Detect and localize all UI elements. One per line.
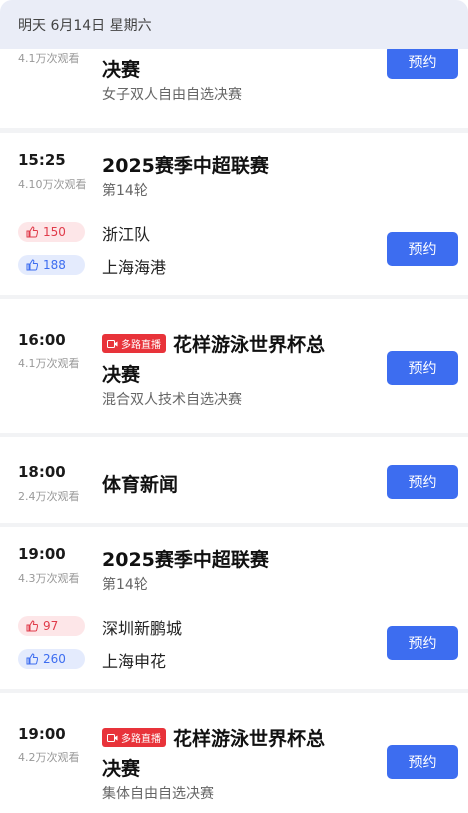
- event-title: 2025赛季中超联赛: [102, 549, 269, 571]
- view-count: 4.1万次观看: [18, 52, 80, 65]
- event-card[interactable]: 18:00 2.4万次观看 体育新闻 预约: [0, 437, 468, 523]
- event-card[interactable]: 19:00 4.3万次观看 2025赛季中超联赛 第14轮 97 深圳新鹏城 2…: [0, 527, 468, 689]
- view-count: 4.3万次观看: [18, 572, 80, 585]
- like-count: 150: [43, 225, 66, 239]
- book-button[interactable]: 预约: [387, 745, 458, 779]
- live-badge-label: 多路直播: [121, 734, 161, 745]
- video-camera-icon: [107, 733, 118, 742]
- home-like-button[interactable]: 97: [18, 616, 85, 636]
- away-team: 上海申花: [102, 652, 167, 671]
- video-camera-icon: [107, 339, 118, 348]
- event-title-text: 花样游泳世界杯总: [173, 334, 326, 356]
- event-subtitle: 第14轮: [102, 577, 148, 593]
- event-title: 2025赛季中超联赛: [102, 155, 269, 177]
- live-badge-label: 多路直播: [121, 340, 161, 351]
- event-card[interactable]: 15:25 4.10万次观看 2025赛季中超联赛 第14轮 150 浙江队 1…: [0, 133, 468, 295]
- home-team: 深圳新鹏城: [102, 619, 183, 638]
- away-like-button[interactable]: 260: [18, 649, 85, 669]
- event-title-continued: 决赛: [102, 758, 141, 780]
- away-team: 上海海港: [102, 258, 167, 277]
- home-team: 浙江队: [102, 225, 151, 244]
- home-like-button[interactable]: 150: [18, 222, 85, 242]
- view-count: 4.2万次观看: [18, 751, 80, 764]
- away-like-button[interactable]: 188: [18, 255, 85, 275]
- event-subtitle: 混合双人技术自选决赛: [102, 392, 242, 408]
- view-count: 4.10万次观看: [18, 178, 87, 191]
- thumbs-up-icon: [26, 259, 38, 271]
- event-card[interactable]: 19:00 4.2万次观看 多路直播 花样游泳世界杯总 决赛 集体自由自选决赛 …: [0, 693, 468, 813]
- book-button[interactable]: 预约: [387, 465, 458, 499]
- like-count: 97: [43, 619, 59, 633]
- event-time: 16:00: [18, 331, 66, 349]
- book-button[interactable]: 预约: [387, 45, 458, 79]
- event-time: 19:00: [18, 545, 66, 563]
- event-title: 体育新闻: [102, 474, 179, 496]
- event-title: 多路直播 花样游泳世界杯总: [102, 330, 325, 357]
- event-title: 决赛: [102, 59, 141, 81]
- like-count: 188: [43, 258, 66, 272]
- event-time: 15:25: [18, 151, 66, 169]
- event-title-text: 花样游泳世界杯总: [173, 728, 326, 750]
- event-time: 18:00: [18, 463, 66, 481]
- event-subtitle: 女子双人自由自选决赛: [102, 87, 242, 103]
- event-subtitle: 第14轮: [102, 183, 148, 199]
- event-subtitle: 集体自由自选决赛: [102, 786, 214, 802]
- live-badge: 多路直播: [102, 334, 166, 353]
- event-time: 19:00: [18, 725, 66, 743]
- thumbs-up-icon: [26, 226, 38, 238]
- view-count: 4.1万次观看: [18, 357, 80, 370]
- view-count: 2.4万次观看: [18, 490, 80, 503]
- event-title-continued: 决赛: [102, 364, 141, 386]
- thumbs-up-icon: [26, 653, 38, 665]
- date-header: 明天 6月14日 星期六: [0, 0, 468, 49]
- event-title: 多路直播 花样游泳世界杯总: [102, 724, 325, 751]
- date-label: 明天 6月14日 星期六: [18, 17, 152, 34]
- thumbs-up-icon: [26, 620, 38, 632]
- event-card[interactable]: 16:00 4.1万次观看 多路直播 花样游泳世界杯总 决赛 混合双人技术自选决…: [0, 299, 468, 433]
- like-count: 260: [43, 652, 66, 666]
- book-button[interactable]: 预约: [387, 626, 458, 660]
- book-button[interactable]: 预约: [387, 351, 458, 385]
- live-badge: 多路直播: [102, 728, 166, 747]
- book-button[interactable]: 预约: [387, 232, 458, 266]
